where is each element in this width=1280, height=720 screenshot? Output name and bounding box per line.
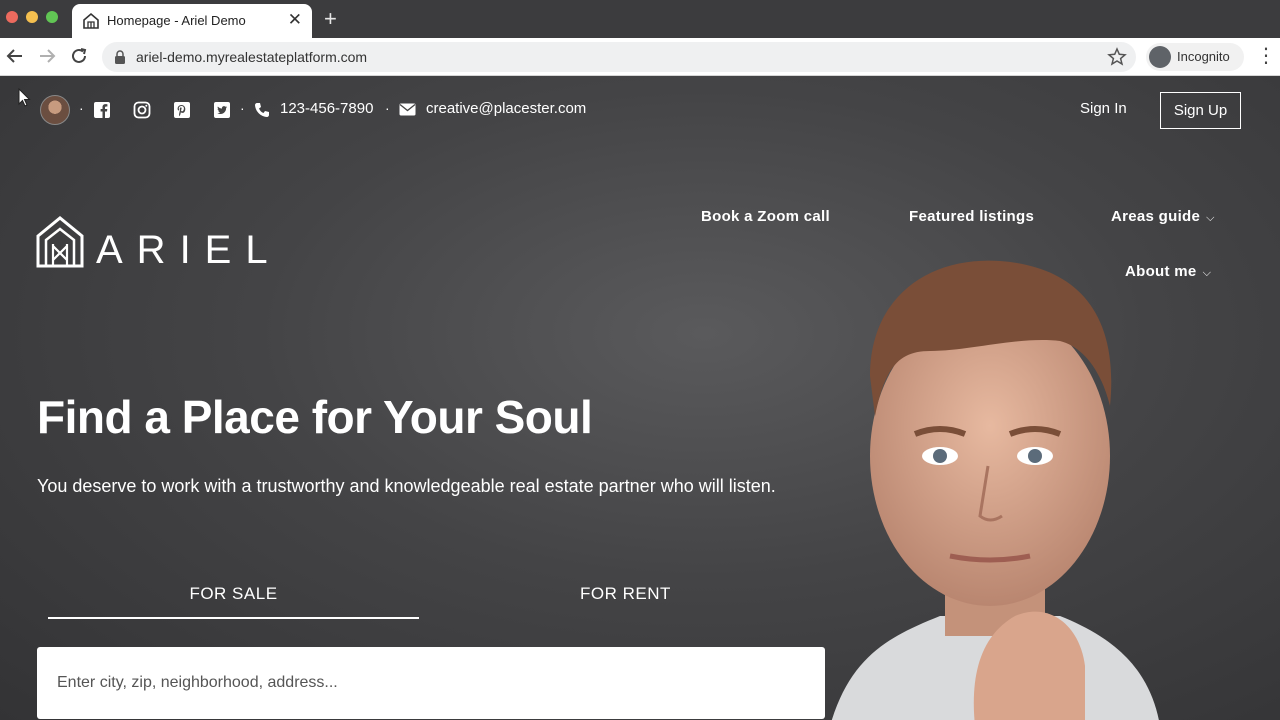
phone-link[interactable]: 123-456-7890	[280, 100, 373, 117]
house-favicon-icon	[83, 12, 99, 29]
agent-avatar	[40, 95, 70, 125]
browser-toolbar: ariel-demo.myrealestateplatform.com Inco…	[0, 38, 1280, 76]
nav-book-zoom-call[interactable]: Book a Zoom call	[701, 208, 830, 225]
hero-headline: Find a Place for Your Soul	[37, 391, 593, 443]
chevron-down-icon: ⌵	[1202, 267, 1212, 279]
search-input[interactable]	[57, 669, 797, 697]
nav-areas-guide-label: Areas guide	[1111, 208, 1201, 225]
tab-title: Homepage - Ariel Demo	[107, 13, 246, 28]
lock-icon	[115, 50, 125, 64]
address-bar[interactable]: ariel-demo.myrealestateplatform.com	[102, 42, 1136, 72]
active-tab-indicator	[48, 617, 419, 619]
incognito-label: Incognito	[1177, 49, 1230, 64]
email-link[interactable]: creative@placester.com	[426, 100, 586, 117]
separator-dot: ·	[79, 100, 84, 116]
incognito-icon	[1149, 46, 1171, 68]
agent-portrait	[831, 260, 1159, 720]
tab-for-rent[interactable]: FOR RENT	[440, 584, 811, 604]
logo-wordmark: ARIEL	[96, 228, 282, 272]
incognito-indicator[interactable]: Incognito	[1146, 43, 1244, 71]
search-box	[37, 647, 825, 719]
new-tab-button[interactable]: +	[324, 6, 337, 32]
phone-icon	[255, 103, 269, 117]
separator-dot: ·	[385, 100, 390, 116]
instagram-icon[interactable]	[133, 101, 151, 119]
nav-featured-listings[interactable]: Featured listings	[909, 208, 1034, 225]
back-icon[interactable]	[4, 45, 26, 67]
twitter-icon[interactable]	[213, 101, 231, 119]
page-hero: · · 123-456-7890 · creative@placester.co…	[0, 76, 1280, 720]
maximize-window-button[interactable]	[46, 11, 58, 23]
pinterest-icon[interactable]	[173, 101, 191, 119]
browser-tab-bar: Homepage - Ariel Demo ✕ +	[0, 0, 1280, 38]
site-logo[interactable]: ARIEL	[36, 216, 268, 272]
facebook-icon[interactable]	[93, 101, 111, 119]
forward-icon[interactable]	[36, 45, 58, 67]
bookmark-star-icon[interactable]	[1106, 46, 1128, 68]
reload-icon[interactable]	[68, 45, 90, 67]
close-tab-icon[interactable]: ✕	[288, 10, 302, 30]
tab-for-sale[interactable]: FOR SALE	[48, 584, 419, 604]
hero-subline: You deserve to work with a trustworthy a…	[37, 476, 776, 496]
nav-areas-guide[interactable]: Areas guide ⌵	[1111, 208, 1215, 225]
close-window-button[interactable]	[6, 11, 18, 23]
separator-dot: ·	[240, 100, 245, 116]
menu-icon[interactable]: ⋮	[1256, 44, 1276, 68]
mouse-cursor-icon	[18, 88, 31, 107]
sign-in-link[interactable]: Sign In	[1080, 100, 1127, 117]
minimize-window-button[interactable]	[26, 11, 38, 23]
house-logo-icon	[36, 216, 84, 268]
chevron-down-icon: ⌵	[1206, 212, 1215, 224]
sign-up-button[interactable]: Sign Up	[1160, 92, 1241, 129]
browser-tab[interactable]: Homepage - Ariel Demo ✕	[72, 4, 312, 38]
url-text[interactable]: ariel-demo.myrealestateplatform.com	[136, 49, 367, 65]
envelope-icon	[399, 103, 416, 116]
